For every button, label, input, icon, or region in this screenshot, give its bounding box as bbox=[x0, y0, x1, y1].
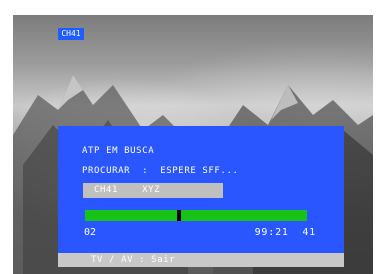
auto-search-panel: ATP EM BUSCA PROCURAR : ESPERE SFF... CH… bbox=[58, 126, 344, 267]
channel-badge: CH41 bbox=[58, 28, 84, 40]
panel-title: ATP EM BUSCA bbox=[82, 146, 155, 156]
progress-marker bbox=[177, 210, 181, 221]
progress-frequency-readout: 99:21 41 bbox=[254, 227, 316, 238]
search-status-text: PROCURAR : ESPERE SFF... bbox=[82, 166, 239, 176]
search-progress-bar bbox=[85, 210, 307, 221]
exit-hint-bar[interactable]: TV / AV : Sair bbox=[58, 253, 344, 267]
tv-screen: CH41 ATP EM BUSCA PROCURAR : ESPERE SFF.… bbox=[13, 15, 373, 274]
channel-name-field: CH41 XYZ bbox=[83, 183, 223, 198]
progress-start-value: 02 bbox=[84, 227, 97, 238]
